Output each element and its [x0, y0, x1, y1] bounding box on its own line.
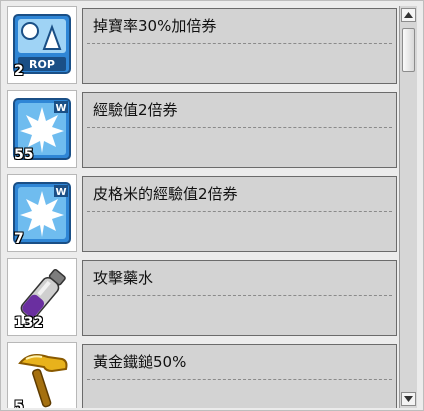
item-icon-slot[interactable]: ROP 2: [7, 6, 77, 84]
vertical-scrollbar[interactable]: [399, 6, 417, 408]
divider: [87, 211, 392, 212]
divider: [87, 127, 392, 128]
item-name: 掉寶率30%加倍券: [93, 17, 217, 35]
divider: [87, 379, 392, 380]
item-name: 攻擊藥水: [93, 269, 154, 287]
item-count: 132: [14, 315, 44, 331]
item-list: ROP 2 掉寶率30%加倍券 W 55 經驗值2倍券 W 7 皮格米的經驗值2…: [7, 6, 397, 408]
inventory-window: ROP 2 掉寶率30%加倍券 W 55 經驗值2倍券 W 7 皮格米的經驗值2…: [0, 0, 424, 411]
item-count: 5: [14, 399, 24, 408]
item-icon-slot[interactable]: 132: [7, 258, 77, 336]
list-item[interactable]: W 55 經驗值2倍券: [7, 90, 397, 168]
item-name: 黃金鐵鎚50%: [93, 353, 187, 371]
divider: [87, 295, 392, 296]
item-icon-slot[interactable]: 5: [7, 342, 77, 408]
item-info-panel: 皮格米的經驗值2倍券: [82, 176, 397, 252]
divider: [87, 43, 392, 44]
badge-text: ROP: [29, 58, 55, 71]
item-count: 55: [14, 147, 34, 163]
list-item[interactable]: W 7 皮格米的經驗值2倍券: [7, 174, 397, 252]
item-info-panel: 掉寶率30%加倍券: [82, 8, 397, 84]
list-item[interactable]: ROP 2 掉寶率30%加倍券: [7, 6, 397, 84]
item-count: 2: [14, 63, 24, 79]
item-icon-slot[interactable]: W 7: [7, 174, 77, 252]
scroll-thumb[interactable]: [402, 28, 415, 72]
item-info-panel: 經驗值2倍券: [82, 92, 397, 168]
item-icon-slot[interactable]: W 55: [7, 90, 77, 168]
item-name: 皮格米的經驗值2倍券: [93, 185, 238, 203]
chevron-up-icon: [404, 12, 413, 18]
list-item[interactable]: 132 攻擊藥水: [7, 258, 397, 336]
scroll-up-button[interactable]: [401, 8, 416, 22]
item-info-panel: 黃金鐵鎚50%: [82, 344, 397, 408]
list-item[interactable]: 5 黃金鐵鎚50%: [7, 342, 397, 408]
badge-text: W: [55, 187, 66, 198]
scroll-down-button[interactable]: [401, 392, 416, 406]
chevron-down-icon: [404, 396, 413, 402]
item-name: 經驗值2倍券: [93, 101, 178, 119]
item-info-panel: 攻擊藥水: [82, 260, 397, 336]
badge-text: W: [55, 103, 66, 114]
item-count: 7: [14, 231, 24, 247]
